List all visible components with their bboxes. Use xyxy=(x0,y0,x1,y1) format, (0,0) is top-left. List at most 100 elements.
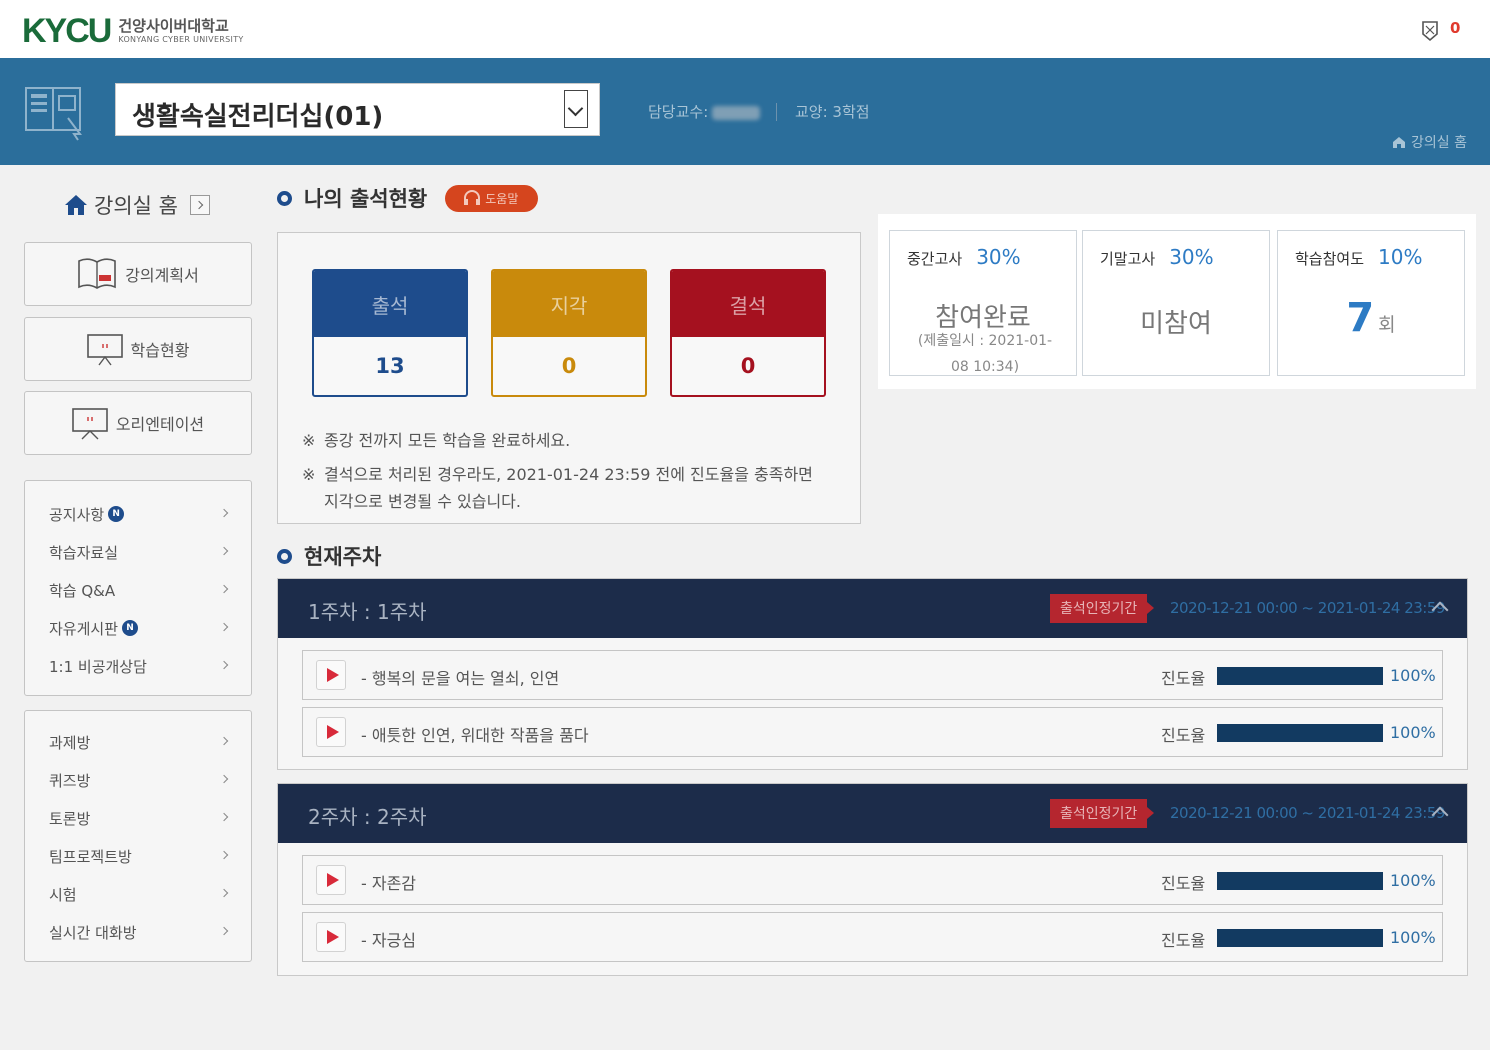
sidebar-item-assignment[interactable]: 과제방 xyxy=(25,723,251,761)
presentation-icon xyxy=(72,408,108,440)
home-link-label: 강의실 홈 xyxy=(1411,135,1467,151)
logo-mark: KYCU xyxy=(22,12,112,50)
university-logo[interactable]: KYCU 건양사이버대학교 KONYANG CYBER UNIVERSITY xyxy=(22,14,244,48)
lesson-row[interactable]: - 자존감 진도율 100% xyxy=(302,855,1443,905)
professor-name-blurred xyxy=(712,105,761,120)
participation-label: 학습참여도 xyxy=(1295,250,1365,268)
sidebar-item-materials[interactable]: 학습자료실 xyxy=(25,533,251,571)
home-icon xyxy=(65,195,87,215)
chevron-right-icon xyxy=(219,584,229,594)
week-title: 2주차 : 2주차 xyxy=(308,805,427,829)
professor-info: 담당교수: xyxy=(648,101,761,122)
sidebar-item-label: 과제방 xyxy=(49,733,91,752)
sidebar-item-label: 토론방 xyxy=(49,809,91,828)
sidebar-item-live-chat[interactable]: 실시간 대화방 xyxy=(25,913,251,951)
headset-icon xyxy=(464,190,481,205)
play-icon[interactable] xyxy=(316,660,346,690)
midterm-card: 중간고사 30% 참여완료 (제출일시 : 2021-01- 08 10:34) xyxy=(889,230,1077,376)
help-button[interactable]: 도움말 xyxy=(445,184,539,212)
course-name: 생활속실전리더십(01) xyxy=(132,102,384,132)
notification-icon[interactable] xyxy=(1420,20,1440,42)
exam-status-panel: 중간고사 30% 참여완료 (제출일시 : 2021-01- 08 10:34)… xyxy=(878,214,1476,389)
progress-bar xyxy=(1217,724,1383,742)
lesson-row[interactable]: - 자긍심 진도율 100% xyxy=(302,912,1443,962)
orientation-button[interactable]: 오리엔테이션 xyxy=(24,391,252,455)
note-text: 결석으로 처리된 경우라도, 2021-01-24 23:59 전에 진도율을 … xyxy=(324,465,813,484)
attendance-section-header: 나의 출석현황 도움말 xyxy=(277,183,539,213)
progress-label: 진도율 xyxy=(1161,874,1206,893)
classroom-home-link[interactable]: 강의실 홈 xyxy=(1392,132,1467,152)
play-icon[interactable] xyxy=(316,865,346,895)
orientation-label: 오리엔테이션 xyxy=(115,415,205,434)
participation-card: 학습참여도 10% 7회 xyxy=(1277,230,1465,376)
progress-bar xyxy=(1217,667,1383,685)
new-badge: N xyxy=(122,620,139,636)
final-label: 기말고사 xyxy=(1100,250,1156,268)
logo-english: KONYANG CYBER UNIVERSITY xyxy=(118,35,244,44)
home-icon xyxy=(1393,136,1405,148)
lesson-row[interactable]: - 애틋한 인연, 위대한 작품을 품다 진도율 100% xyxy=(302,707,1443,757)
attendance-absent-count: 0 xyxy=(740,354,756,378)
lesson-row[interactable]: - 행복의 문을 여는 열쇠, 인연 진도율 100% xyxy=(302,650,1443,700)
midterm-submit-time-line2: 08 10:34) xyxy=(950,359,1020,375)
lesson-title: - 자긍심 xyxy=(361,931,417,950)
progress-label: 진도율 xyxy=(1161,726,1206,745)
midterm-label: 중간고사 xyxy=(907,250,963,268)
logo-korean: 건양사이버대학교 xyxy=(118,17,229,35)
attendance-absent-box: 결석 0 xyxy=(670,269,826,397)
new-badge: N xyxy=(108,506,125,522)
sidebar-item-label: 학습 Q&A xyxy=(49,581,116,600)
sidebar-item-exam[interactable]: 시험 xyxy=(25,875,251,913)
sidebar-item-qna[interactable]: 학습 Q&A xyxy=(25,571,251,609)
chevron-right-icon xyxy=(219,774,229,784)
midterm-percent: 30% xyxy=(976,245,1021,269)
play-icon[interactable] xyxy=(316,717,346,747)
lesson-title: - 애틋한 인연, 위대한 작품을 품다 xyxy=(361,726,589,745)
course-bar: 생활속실전리더십(01) 담당교수: 교양: 3학점 강의실 홈 xyxy=(0,58,1490,165)
week-period: 2020-12-21 00:00 ~ 2021-01-24 23:59 xyxy=(1170,599,1445,617)
chevron-right-icon xyxy=(219,850,229,860)
chevron-down-icon[interactable] xyxy=(564,90,588,128)
final-percent: 30% xyxy=(1169,245,1214,269)
sidebar-item-team-project[interactable]: 팀프로젝트방 xyxy=(25,837,251,875)
chevron-right-icon xyxy=(219,622,229,632)
course-select[interactable]: 생활속실전리더십(01) xyxy=(115,83,600,136)
participation-percent: 10% xyxy=(1378,245,1423,269)
chevron-right-icon xyxy=(219,660,229,670)
help-label: 도움말 xyxy=(485,191,519,206)
sidebar-home[interactable]: 강의실 홈 xyxy=(64,190,210,220)
play-icon[interactable] xyxy=(316,922,346,952)
divider xyxy=(776,103,777,121)
sidebar-item-notice[interactable]: 공지사항 N xyxy=(25,495,251,533)
week-2-header[interactable]: 2주차 : 2주차 출석인정기간 2020-12-21 00:00 ~ 2021… xyxy=(278,784,1467,843)
week-title: 1주차 : 1주차 xyxy=(308,600,427,624)
learning-status-label: 학습현황 xyxy=(130,341,190,360)
sidebar-item-label: 퀴즈방 xyxy=(49,771,91,790)
chevron-right-icon[interactable] xyxy=(189,195,210,215)
participation-count-unit: 회 xyxy=(1378,314,1396,336)
sidebar-item-private-counsel[interactable]: 1:1 비공개상담 xyxy=(25,647,251,685)
midterm-submit-time-line1: (제출일시 : 2021-01- xyxy=(917,333,1053,349)
current-week-title: 현재주차 xyxy=(304,545,382,569)
lesson-title: - 행복의 문을 여는 열쇠, 인연 xyxy=(361,669,560,688)
note-text: 지각으로 변경될 수 있습니다. xyxy=(324,492,521,511)
attendance-present-label: 출석 xyxy=(314,271,466,337)
week-2-panel: 2주차 : 2주차 출석인정기간 2020-12-21 00:00 ~ 2021… xyxy=(277,783,1468,976)
chevron-right-icon xyxy=(219,546,229,556)
progress-bar xyxy=(1217,872,1383,890)
attendance-note-1: ※ 종강 전까지 모든 학습을 완료하세요. xyxy=(302,427,570,454)
syllabus-button[interactable]: 강의계획서 xyxy=(24,242,252,306)
final-status: 미참여 xyxy=(1140,309,1212,339)
progress-fill xyxy=(1217,667,1383,685)
learning-status-button[interactable]: 학습현황 xyxy=(24,317,252,381)
sidebar-item-quiz[interactable]: 퀴즈방 xyxy=(25,761,251,799)
attendance-present-box: 출석 13 xyxy=(312,269,468,397)
progress-fill xyxy=(1217,872,1383,890)
syllabus-label: 강의계획서 xyxy=(125,266,199,285)
week-period: 2020-12-21 00:00 ~ 2021-01-24 23:59 xyxy=(1170,804,1445,822)
participation-count: 7회 xyxy=(1278,295,1464,341)
sidebar-item-free-board[interactable]: 자유게시판 N xyxy=(25,609,251,647)
sidebar-item-discussion[interactable]: 토론방 xyxy=(25,799,251,837)
chevron-right-icon xyxy=(219,926,229,936)
week-1-header[interactable]: 1주차 : 1주차 출석인정기간 2020-12-21 00:00 ~ 2021… xyxy=(278,579,1467,638)
